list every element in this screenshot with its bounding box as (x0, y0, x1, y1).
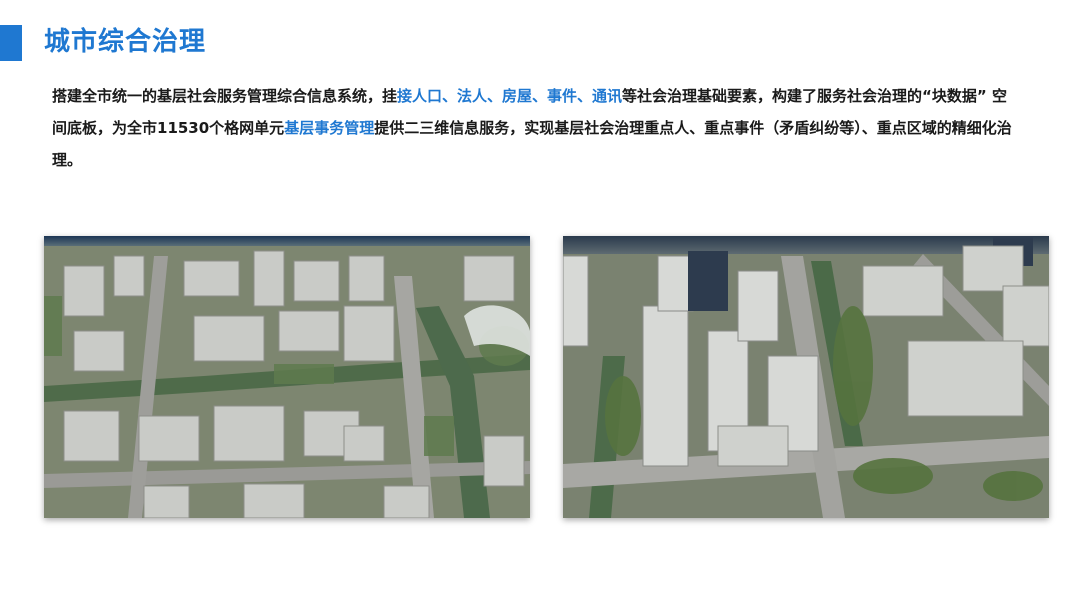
paragraph-segment: 搭建全市统一的基层社会服务管理综合信息系统，挂 (52, 87, 398, 105)
aerial-city-image-left (44, 236, 530, 518)
paragraph-highlight: 接人口、法人、房屋、事件、通讯 (397, 87, 623, 105)
aerial-city-image-right (563, 236, 1049, 518)
title-accent-bar (0, 25, 22, 61)
page-title: 城市综合治理 (44, 27, 207, 57)
description-paragraph: 搭建全市统一的基层社会服务管理综合信息系统，挂接人口、法人、房屋、事件、通讯等社… (52, 80, 1012, 176)
paragraph-highlight: 基层事务管理 (284, 119, 375, 137)
